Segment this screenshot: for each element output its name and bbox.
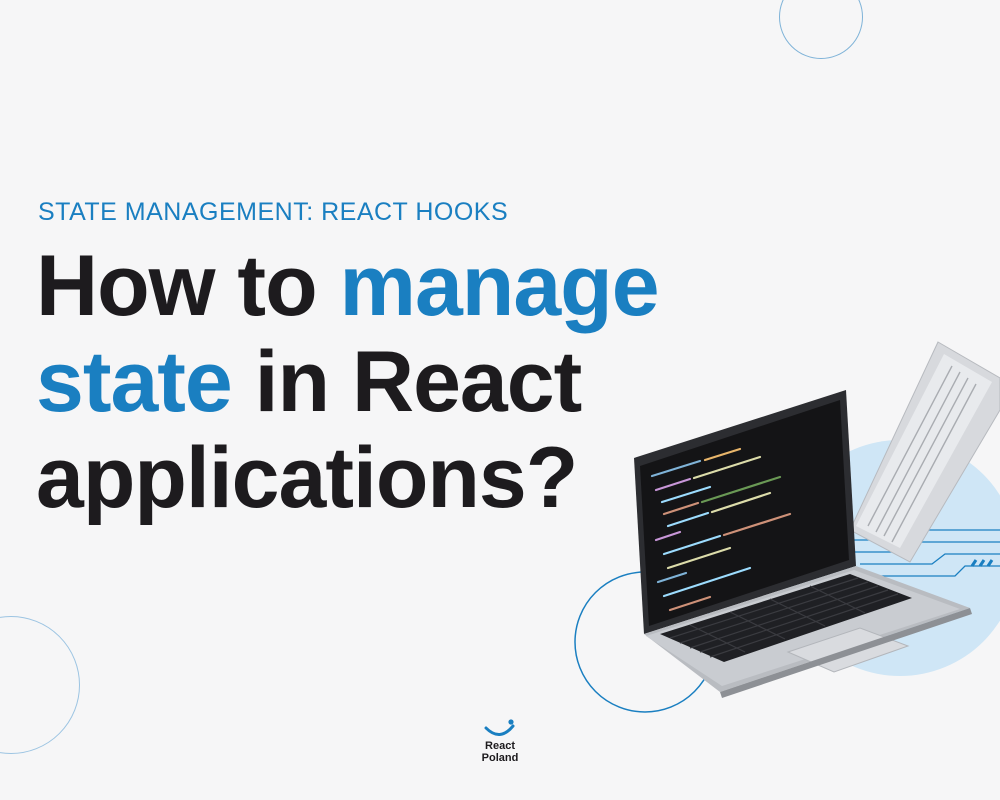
react-poland-logo[interactable]: React Poland [460, 718, 540, 778]
logo-text-line1: React [485, 740, 515, 752]
headline-line1-accent: manage [339, 238, 660, 334]
headline-line1-plain: How to [36, 238, 340, 334]
headline-line2-accent: state [36, 334, 233, 430]
decorative-circle-left [0, 616, 80, 754]
logo-text-line2: Poland [481, 752, 519, 764]
category-label: STATE MANAGEMENT: REACT HOOKS [38, 198, 509, 226]
react-poland-logo-icon [484, 719, 515, 736]
headline-line3-plain: applications? [36, 430, 578, 526]
decorative-circle-top [779, 0, 863, 59]
headline-line2-plain: in React [231, 334, 583, 430]
laptop-illustration [574, 341, 1000, 713]
banner: STATE MANAGEMENT: REACT HOOKS How to man… [0, 0, 1000, 800]
